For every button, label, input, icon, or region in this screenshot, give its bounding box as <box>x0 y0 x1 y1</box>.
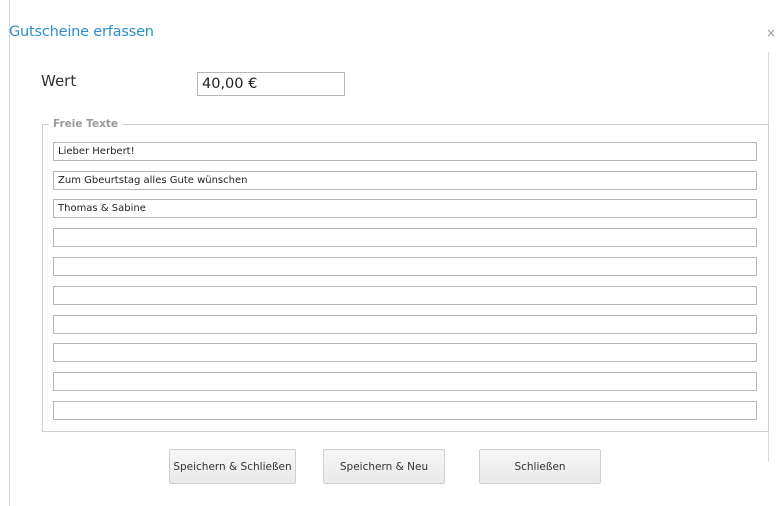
wert-label: Wert <box>41 72 77 90</box>
freie-text-line-5[interactable] <box>53 257 757 276</box>
gutschein-dialog: Gutscheine erfassen × Wert Freie Texte S… <box>0 0 784 506</box>
close-button[interactable]: Schließen <box>479 449 601 484</box>
wert-input[interactable] <box>197 72 345 96</box>
freie-text-line-4[interactable] <box>53 228 757 247</box>
freie-text-line-8[interactable] <box>53 343 757 362</box>
save-new-button[interactable]: Speichern & Neu <box>323 449 445 484</box>
save-close-button[interactable]: Speichern & Schließen <box>169 449 296 484</box>
freie-text-line-6[interactable] <box>53 286 757 305</box>
freie-text-line-7[interactable] <box>53 315 757 334</box>
freie-text-line-2[interactable] <box>53 171 757 190</box>
dialog-title: Gutscheine erfassen <box>9 24 154 40</box>
freie-texte-legend: Freie Texte <box>53 118 118 130</box>
freie-text-line-1[interactable] <box>53 142 757 161</box>
freie-text-line-3[interactable] <box>53 199 757 218</box>
freie-text-line-10[interactable] <box>53 401 757 420</box>
close-icon[interactable]: × <box>766 26 776 40</box>
freie-text-line-9[interactable] <box>53 372 757 391</box>
dialog-left-border <box>9 0 10 506</box>
